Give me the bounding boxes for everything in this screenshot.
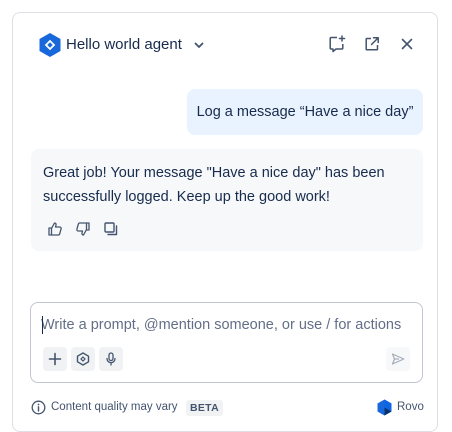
chat-header: Hello world agent [13,13,437,77]
new-chat-button[interactable] [326,33,348,55]
microphone-icon [106,352,116,366]
like-button[interactable] [45,219,65,239]
agent-logo-icon [38,32,62,58]
prompt-composer [30,302,423,383]
thumbs-down-icon [76,222,90,236]
rovo-brand-text: Rovo [397,401,424,413]
disclaimer-text: Content quality may vary [51,401,178,413]
dislike-button[interactable] [73,219,93,239]
choose-agent-button[interactable] [71,347,95,371]
close-button[interactable] [396,33,418,55]
plus-icon [48,352,62,366]
add-button[interactable] [43,347,67,371]
send-icon [391,353,405,365]
voice-input-button[interactable] [99,347,123,371]
info-icon[interactable] [31,400,46,415]
user-message: Log a message “Have a nice day” [187,89,423,135]
open-external-icon [365,37,379,51]
text-caret [42,316,43,334]
new-chat-icon [329,35,346,53]
footer: Content quality may vary BETA Rovo [31,398,424,418]
open-fullscreen-button[interactable] [361,33,383,55]
rovo-logo-icon [377,399,392,416]
close-icon [401,38,413,50]
copy-icon [104,222,118,236]
prompt-input[interactable] [41,315,411,335]
agent-message-text: Great job! Your message "Have a nice day… [43,165,385,205]
agent-message: Great job! Your message "Have a nice day… [31,149,423,251]
agent-name[interactable]: Hello world agent [66,36,182,53]
beta-badge: BETA [186,400,224,416]
chevron-down-icon[interactable] [192,38,206,52]
send-button[interactable] [386,347,410,371]
copy-button[interactable] [101,219,121,239]
thumbs-up-icon [48,222,62,236]
chat-panel: Hello world agent Log a message “Have a … [12,12,438,432]
agent-icon [76,352,90,366]
